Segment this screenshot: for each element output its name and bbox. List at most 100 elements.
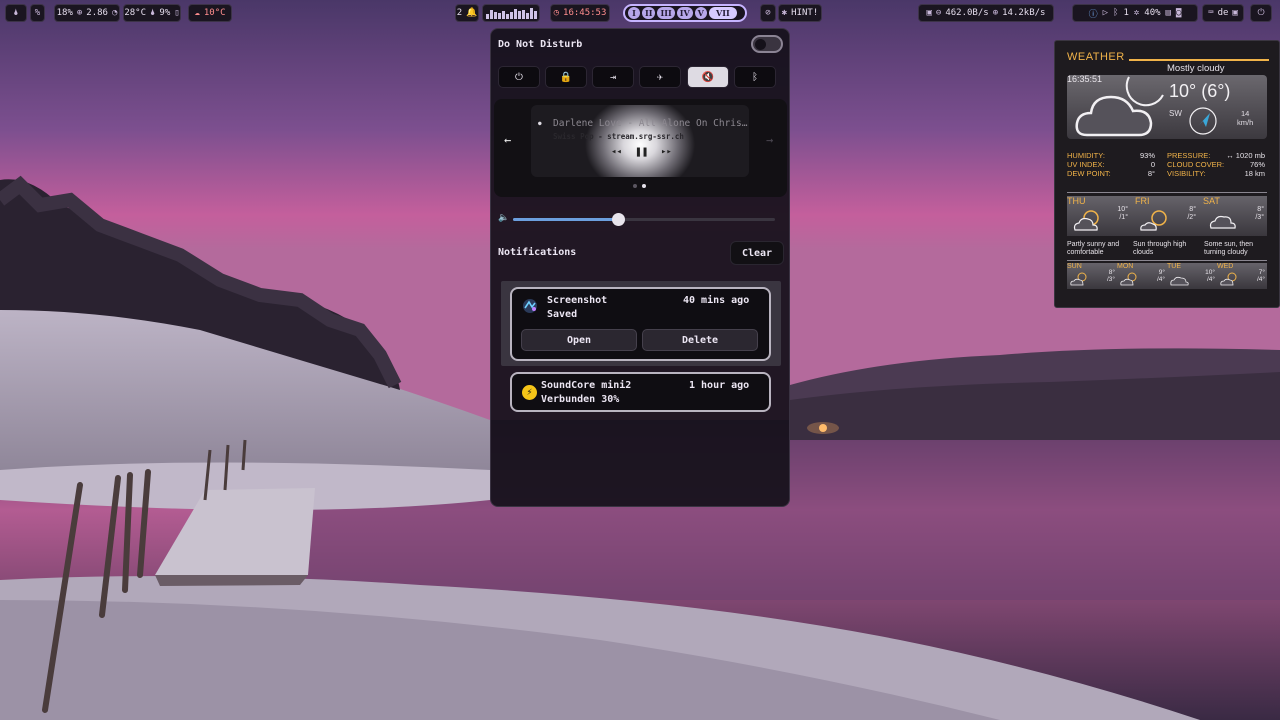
quick-mute-button[interactable]: 🔇 [687, 66, 729, 88]
notification-body: Saved [547, 309, 578, 320]
quick-airplane-button[interactable]: ✈ [639, 66, 681, 88]
temperature-widget[interactable]: 28°C 🌢 9% ▯ [123, 4, 181, 22]
speaker-mute-icon: 🔇 [701, 71, 715, 83]
net-download: 462.0B/s [945, 8, 989, 18]
clock-widget[interactable]: ◷ 16:45:53 [550, 4, 610, 22]
pager-dot-active[interactable] [642, 184, 646, 188]
camera-icon[interactable]: ◙ [1176, 8, 1181, 18]
fast-forward-button[interactable]: ▸▸ [661, 147, 672, 157]
open-screenshot-button[interactable]: Open [521, 329, 637, 351]
hint-button[interactable]: ✱ HINT! [778, 4, 822, 22]
current-weather-panel [1067, 75, 1267, 139]
quick-logout-button[interactable]: ⇥ [592, 66, 634, 88]
hide-button[interactable]: ⊘ [760, 4, 776, 22]
keyboard-layout-widget[interactable]: ⌨ de ▣ [1202, 4, 1244, 22]
humidity-value: 9% [159, 8, 171, 18]
forecast-temps: 8°/3° [1107, 269, 1115, 283]
forecast-small-4: WED 7°/4° [1217, 263, 1267, 289]
forecast-high: 10° [1117, 206, 1128, 213]
droplet-icon: 🌢 [150, 8, 156, 18]
weather-condition: Mostly cloudy [1167, 63, 1225, 74]
cloud-icon: ☁ [194, 8, 200, 18]
quick-power-button[interactable]: ⏻ [498, 66, 540, 88]
dnd-toggle-knob [755, 39, 766, 50]
battery-percent: 40% [1144, 8, 1161, 18]
battery-icon: ▯ [174, 8, 180, 18]
tray-play-icon[interactable]: ▷ [1103, 8, 1108, 18]
forecast-desc-3: Some sun, then turning cloudy [1204, 241, 1254, 256]
forecast-low: /3° [1255, 214, 1264, 221]
forecast-low: /2° [1187, 214, 1196, 221]
volume-slider[interactable] [513, 213, 775, 226]
volume-fill [513, 218, 618, 221]
wind-direction: SW [1169, 109, 1182, 118]
current-temperature: 10° (6°) [1169, 81, 1231, 101]
app-launcher-button[interactable]: 🌢 [5, 4, 27, 22]
quick-bluetooth-button[interactable]: ᛒ [734, 66, 776, 88]
forecast-day-name: TUE [1167, 263, 1181, 270]
forecast-temps: 7°/4° [1257, 269, 1265, 283]
forecast-day-name: SUN [1067, 263, 1082, 270]
power-menu-button[interactable]: ⏻ [1250, 4, 1272, 22]
percent-icon: % [34, 8, 41, 18]
forecast-day-1: THU 10°/1° [1067, 196, 1130, 236]
media-next-page-button[interactable]: → [766, 133, 773, 147]
stat-value-dewpoint: 8° [1147, 169, 1155, 178]
network-icon: ▣ [926, 8, 932, 18]
clear-notifications-button[interactable]: Clear [730, 241, 784, 265]
workspace-3[interactable]: III [657, 7, 675, 19]
media-prev-page-button[interactable]: ← [504, 133, 511, 147]
stat-label-visibility: VISIBILITY: [1167, 169, 1206, 178]
hint-label: HINT! [791, 8, 819, 18]
pager-dot[interactable] [633, 184, 637, 188]
lock-icon: ▣ [1232, 8, 1238, 18]
quick-lock-button[interactable]: 🔒 [545, 66, 587, 88]
outside-temp-widget[interactable]: ☁ 10°C [188, 4, 232, 22]
delete-screenshot-button[interactable]: Delete [642, 329, 758, 351]
keyboard-icon: ⌨ [1208, 8, 1214, 18]
screen-icon[interactable]: ▤ [1166, 8, 1171, 18]
power-icon: ⏻ [1257, 8, 1265, 18]
workspace-5[interactable]: V [694, 7, 707, 19]
workspace-7[interactable]: VII [708, 7, 737, 19]
workspace-2[interactable]: II [642, 7, 656, 19]
bluetooth-count: 1 [1123, 8, 1129, 18]
forecast-high: 8° [1257, 206, 1264, 213]
notification-screenshot[interactable]: Screenshot 40 mins ago Saved Open Delete [510, 287, 771, 361]
weather-widget: WEATHER Mostly cloudy 16:35:51 10° (6°) … [1054, 40, 1280, 308]
workspace-4[interactable]: IV [676, 7, 693, 19]
logout-icon: ⇥ [609, 71, 617, 83]
dnd-toggle[interactable] [751, 35, 783, 53]
notification-count-button[interactable]: 2 🔔 [455, 4, 479, 22]
pause-button[interactable]: ❚❚ [635, 145, 648, 158]
partly-sunny-icon [1070, 272, 1087, 286]
snippet-button[interactable]: % [30, 4, 45, 22]
network-speed-widget[interactable]: ▣ ⊖ 462.0B/s ⊕ 14.2kB/s [918, 4, 1054, 22]
wind-speed: 14 [1240, 109, 1250, 118]
forecast-small-2: MON 9°/4° [1117, 263, 1167, 289]
rewind-button[interactable]: ◂◂ [611, 147, 622, 157]
media-player: ← ● Darlene Love - All Alone On Christma… [494, 99, 787, 197]
screenshot-app-icon [522, 298, 538, 314]
bluetooth-icon[interactable]: ᛒ [1113, 8, 1118, 18]
media-status-dot: ● [538, 120, 542, 127]
forecast-temps: 9°/4° [1157, 269, 1165, 283]
tray-info-icon[interactable]: ⓘ [1089, 7, 1098, 20]
media-title: Darlene Love - All Alone On Christmas [553, 118, 748, 129]
notifications-heading: Notifications [498, 247, 577, 258]
system-stats-widget[interactable]: 18% ⊕ 2.86 ◔ [54, 4, 120, 22]
forecast-low: /4° [1256, 276, 1265, 283]
forecast-day-name: FRI [1135, 196, 1150, 206]
notification-soundcore[interactable]: ⚡ SoundCore mini2 1 hour ago Verbunden 3… [510, 372, 771, 412]
notification-time: 40 mins ago [683, 295, 750, 306]
gauge-icon: ◔ [111, 8, 118, 18]
volume-handle[interactable] [611, 213, 625, 226]
forecast-high: 10° [1205, 269, 1215, 276]
weather-divider [1067, 192, 1267, 193]
workspace-1[interactable]: I [628, 7, 640, 19]
sun-clouds-icon [1140, 210, 1167, 231]
wind-speed-block: 14 km/h [1237, 109, 1253, 127]
forecast-high: 8° [1189, 206, 1196, 213]
pause-icon: ❚❚ [635, 145, 649, 158]
partly-sunny-icon [1120, 272, 1137, 286]
